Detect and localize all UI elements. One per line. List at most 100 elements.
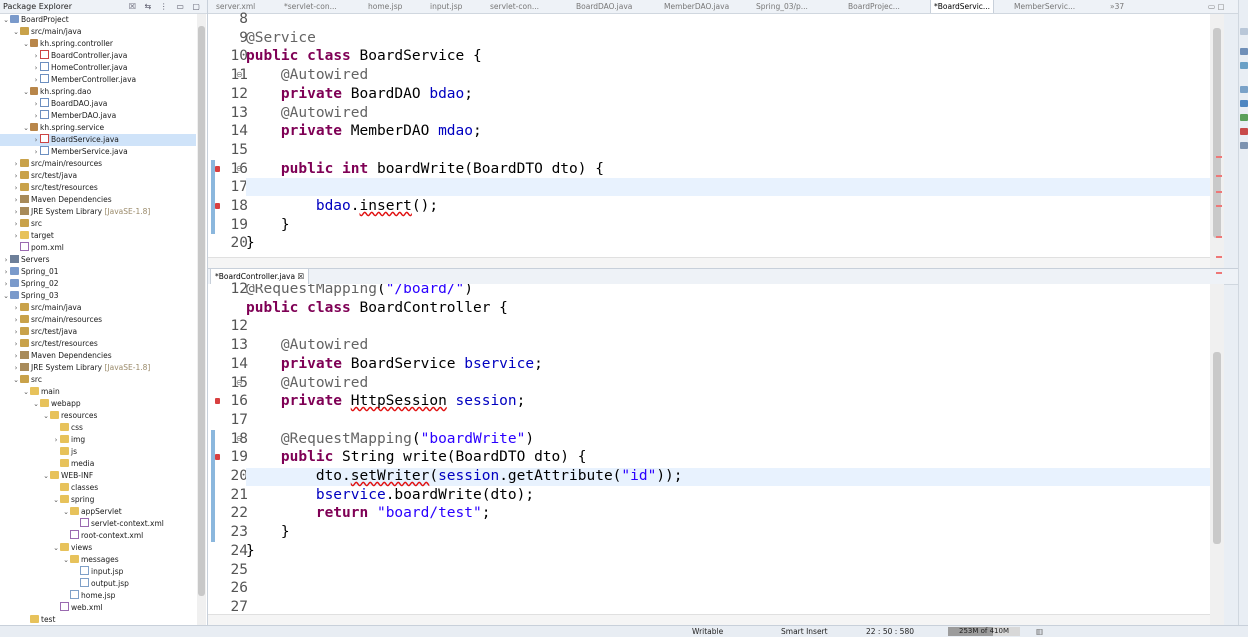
- tree-item[interactable]: › src/main/resources: [0, 158, 196, 170]
- chevron-down-icon[interactable]: ⌄: [12, 26, 20, 38]
- chevron-down-icon[interactable]: ⌄: [52, 542, 60, 554]
- overview-ruler-marker[interactable]: [1216, 236, 1222, 238]
- console-view-icon[interactable]: [1240, 100, 1248, 107]
- chevron-right-icon[interactable]: ›: [52, 434, 60, 446]
- code-area[interactable]: @RequestMapping("/board/") public class B…: [246, 284, 1210, 615]
- tree-item[interactable]: › src/test/resources: [0, 182, 196, 194]
- tree-item[interactable]: › JRE System Library [JavaSE-1.8]: [0, 206, 196, 218]
- chevron-right-icon[interactable]: ›: [12, 350, 20, 362]
- board-controller-editor[interactable]: 12 12 13 14 15 16 17 18 19 20 21 22 23 24 25 26 27 ⊖ ⊖ @Re…: [208, 236, 1224, 625]
- error-marker-icon[interactable]: [215, 203, 220, 209]
- tree-item[interactable]: › src/test/java: [0, 326, 196, 338]
- overview-ruler-marker[interactable]: [1216, 156, 1222, 158]
- heap-status[interactable]: 253M of 410M: [948, 627, 1020, 636]
- code-line[interactable]: bdao.insert();: [246, 197, 438, 216]
- tree-item[interactable]: css: [0, 422, 196, 434]
- trash-icon[interactable]: ▥: [1036, 626, 1043, 637]
- chevron-right-icon[interactable]: ›: [32, 110, 40, 122]
- tree-item[interactable]: ⌄ spring: [0, 494, 196, 506]
- tree-item[interactable]: › src/main/resources: [0, 314, 196, 326]
- tree-item[interactable]: ⌄ BoardProject: [0, 14, 196, 26]
- code-line[interactable]: @Autowired: [246, 66, 368, 85]
- tree-item[interactable]: › img: [0, 434, 196, 446]
- tree-item[interactable]: ⌄ webapp: [0, 398, 196, 410]
- tree-item[interactable]: output.jsp: [0, 578, 196, 590]
- overview-ruler-marker[interactable]: [1216, 272, 1222, 274]
- chevron-right-icon[interactable]: ›: [32, 50, 40, 62]
- minimize-icon[interactable]: [1240, 28, 1248, 35]
- code-line[interactable]: }: [246, 523, 290, 542]
- chevron-down-icon[interactable]: ⌄: [2, 290, 10, 302]
- tree-item[interactable]: › Maven Dependencies: [0, 350, 196, 362]
- tree-item[interactable]: › MemberDAO.java: [0, 110, 196, 122]
- tree-item[interactable]: js: [0, 446, 196, 458]
- editor-tab[interactable]: home.jsp: [368, 0, 402, 13]
- tree-item[interactable]: › HomeController.java: [0, 62, 196, 74]
- tree-item[interactable]: › MemberService.java: [0, 146, 196, 158]
- chevron-right-icon[interactable]: ›: [12, 206, 20, 218]
- tree-item[interactable]: ⌄ src: [0, 374, 196, 386]
- code-line[interactable]: }: [246, 234, 255, 253]
- error-marker-icon[interactable]: [215, 454, 220, 461]
- chevron-right-icon[interactable]: ›: [2, 278, 10, 290]
- tree-item[interactable]: › BoardService.java: [0, 134, 196, 146]
- package-explorer-toolbar[interactable]: ☒ ⇆ ⋮ ▭ ▢: [129, 0, 203, 13]
- chevron-down-icon[interactable]: ⌄: [52, 494, 60, 506]
- chevron-right-icon[interactable]: ›: [2, 266, 10, 278]
- problems-view-icon[interactable]: [1240, 86, 1248, 93]
- tree-item[interactable]: ⌄ main: [0, 386, 196, 398]
- error-marker-icon[interactable]: [215, 398, 220, 405]
- servers-view-icon[interactable]: [1240, 114, 1248, 121]
- tree-item[interactable]: input.jsp: [0, 566, 196, 578]
- chevron-right-icon[interactable]: ›: [32, 98, 40, 110]
- code-line[interactable]: public class BoardController {: [246, 299, 508, 318]
- code-line[interactable]: private HttpSession session;: [246, 392, 525, 411]
- chevron-right-icon[interactable]: ›: [32, 62, 40, 74]
- code-line[interactable]: public class BoardService {: [246, 47, 482, 66]
- overview-ruler-marker[interactable]: [1216, 256, 1222, 258]
- chevron-down-icon[interactable]: ⌄: [22, 38, 30, 50]
- chevron-right-icon[interactable]: ›: [12, 170, 20, 182]
- code-line[interactable]: public String write(BoardDTO dto) {: [246, 448, 587, 467]
- task-list-icon[interactable]: [1240, 62, 1248, 69]
- chevron-right-icon[interactable]: ›: [32, 134, 40, 146]
- maximize-icon[interactable]: ▭ ▢: [1208, 0, 1225, 13]
- tree-item[interactable]: › Maven Dependencies: [0, 194, 196, 206]
- tree-item[interactable]: › target: [0, 230, 196, 242]
- chevron-down-icon[interactable]: ⌄: [62, 554, 70, 566]
- chevron-down-icon[interactable]: ⌄: [42, 470, 50, 482]
- tree-item[interactable]: web.xml: [0, 602, 196, 614]
- tree-item[interactable]: ⌄ Spring_03: [0, 290, 196, 302]
- tree-item[interactable]: root-context.xml: [0, 530, 196, 542]
- code-area[interactable]: @Service public class BoardService { @Aut…: [246, 14, 1210, 258]
- tree-item[interactable]: › JRE System Library [JavaSE-1.8]: [0, 362, 196, 374]
- project-tree[interactable]: ⌄ BoardProject ⌄ src/main/java ⌄ kh.spring.co…: [0, 14, 196, 626]
- markers-view-icon[interactable]: [1240, 128, 1248, 135]
- chevron-right-icon[interactable]: ›: [12, 194, 20, 206]
- code-line[interactable]: @Autowired: [246, 336, 368, 355]
- tree-item[interactable]: media: [0, 458, 196, 470]
- progress-view-icon[interactable]: [1240, 142, 1248, 149]
- chevron-right-icon[interactable]: ›: [32, 74, 40, 86]
- scrollbar-thumb[interactable]: [1213, 352, 1221, 544]
- overview-ruler-marker[interactable]: [1216, 175, 1222, 177]
- editor-tab[interactable]: input.jsp: [430, 0, 462, 13]
- tree-item[interactable]: ⌄ kh.spring.controller: [0, 38, 196, 50]
- code-line[interactable]: bservice.boardWrite(dto);: [246, 486, 534, 505]
- editor-vertical-scrollbar[interactable]: [1210, 236, 1224, 625]
- chevron-down-icon[interactable]: ⌄: [22, 122, 30, 134]
- chevron-right-icon[interactable]: ›: [12, 326, 20, 338]
- package-explorer-tab[interactable]: Package Explorer ☒ ⇆ ⋮ ▭ ▢: [0, 0, 207, 14]
- tree-item[interactable]: › src: [0, 218, 196, 230]
- tree-item[interactable]: ⌄ src/main/java: [0, 26, 196, 38]
- chevron-right-icon[interactable]: ›: [12, 230, 20, 242]
- chevron-down-icon[interactable]: ⌄: [12, 374, 20, 386]
- tree-item[interactable]: › src/main/java: [0, 302, 196, 314]
- fold-icon[interactable]: ⊖: [236, 70, 243, 79]
- editor-tab[interactable]: MemberServic...: [1014, 0, 1075, 13]
- code-line[interactable]: return "board/test";: [246, 504, 491, 523]
- tree-item[interactable]: pom.xml: [0, 242, 196, 254]
- tree-item[interactable]: classes: [0, 482, 196, 494]
- tree-item[interactable]: › Spring_02: [0, 278, 196, 290]
- error-marker-icon[interactable]: [215, 165, 220, 172]
